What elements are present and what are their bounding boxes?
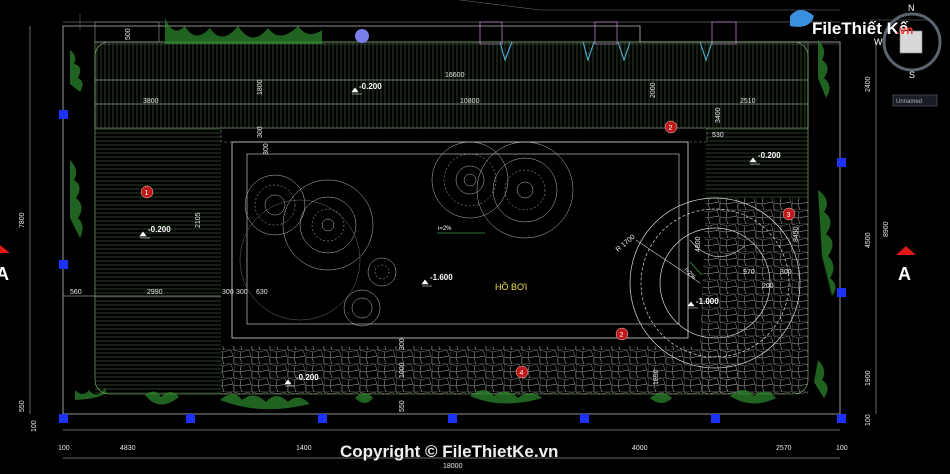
dim-bottom-5: 100 — [836, 445, 848, 452]
dim-mid-9: 970 — [743, 269, 755, 276]
logo-name: FileThiết Kế — [812, 19, 909, 38]
dim-mid-12: 4800 — [695, 236, 702, 252]
dim-bottom-6: 18000 — [443, 463, 463, 470]
level-1: -0.200 — [758, 151, 781, 160]
logo-suffix: .vn — [896, 23, 913, 37]
dim-mid-6: 1000 — [399, 362, 406, 378]
copyright-watermark: Copyright © FileThietKe.vn — [340, 442, 558, 461]
dim-bottom-1: 4830 — [120, 445, 136, 452]
dim-right-1: 8900 — [883, 221, 890, 237]
dim-bottom-0: 100 — [58, 445, 70, 452]
dim-top-4: 2400 — [865, 76, 872, 92]
view-cube-west[interactable]: W — [874, 37, 883, 47]
dim-top-2: 1800 — [257, 79, 264, 95]
dim-mid-11: 200 — [762, 283, 774, 290]
dim-top-1: 16600 — [445, 72, 465, 79]
marker-0: 1 — [145, 190, 149, 197]
dim-mid-4: 630 — [256, 289, 268, 296]
view-cube-south[interactable]: S — [909, 70, 915, 80]
dim-left-0: 7800 — [19, 212, 26, 228]
dim-mid-0: 560 — [70, 289, 82, 296]
dim-bottom-4: 2570 — [776, 445, 792, 452]
section-marker-right: A — [896, 246, 916, 284]
dim-left-1: 550 — [19, 400, 26, 412]
dim-top-5: 3800 — [143, 98, 159, 105]
section-marker-left: A — [0, 245, 10, 284]
dim-mid-5: 300 — [399, 338, 406, 350]
slope-0: i=2% — [438, 226, 452, 232]
dim-mid-3: 300 — [236, 289, 248, 296]
dim-top-3: 2000 — [650, 82, 657, 98]
site-logo: FileThiết Kế .vn — [790, 10, 913, 38]
dim-mid-8: 1850 — [653, 369, 660, 385]
level-0: -0.200 — [359, 82, 382, 91]
dim-top-0: 500 — [125, 28, 132, 40]
dim-mid-10: 300 — [780, 269, 792, 276]
dim-bottom-3: 4000 — [632, 445, 648, 452]
dim-right-2: 1900 — [865, 370, 872, 386]
cad-drawing-canvas[interactable]: 500 16600 1800 2000 2400 3800 10800 2510… — [0, 0, 950, 474]
dim-top-6: 10800 — [460, 98, 480, 105]
dim-mid-7: 550 — [399, 400, 406, 412]
pool-label: HỒ BƠI — [495, 281, 527, 292]
dim-right-0: 4500 — [865, 232, 872, 248]
dim-right-3: 100 — [865, 414, 872, 426]
dim-top-7: 2510 — [740, 98, 756, 105]
logo-icon — [790, 10, 814, 27]
dim-top-11: 300 — [263, 143, 270, 155]
level-4: -1.000 — [696, 297, 719, 306]
dim-left-2: 100 — [31, 420, 38, 432]
dim-top-9: 530 — [712, 132, 724, 139]
ucs-label: Unnamed — [896, 99, 922, 105]
section-label-right: A — [898, 264, 911, 284]
dim-top-10: 300 — [257, 126, 264, 138]
dim-top-8: 3400 — [715, 107, 722, 123]
level-3: -1.600 — [430, 273, 453, 282]
marker-3: 3 — [787, 212, 791, 219]
marker-4: 4 — [520, 370, 524, 377]
dim-mid-2: 300 — [222, 289, 234, 296]
level-2: -0.200 — [148, 225, 171, 234]
dim-bottom-2: 1400 — [296, 445, 312, 452]
view-cube-north[interactable]: N — [908, 3, 915, 13]
dim-mid-1: 2990 — [147, 289, 163, 296]
marker-2: 2 — [620, 332, 624, 339]
section-label-left: A — [0, 264, 9, 284]
level-5: -0.200 — [296, 373, 319, 382]
marker-1: 2 — [669, 125, 673, 132]
dim-left-3: 2105 — [195, 212, 202, 228]
dim-mid-13: 8450 — [793, 226, 800, 242]
